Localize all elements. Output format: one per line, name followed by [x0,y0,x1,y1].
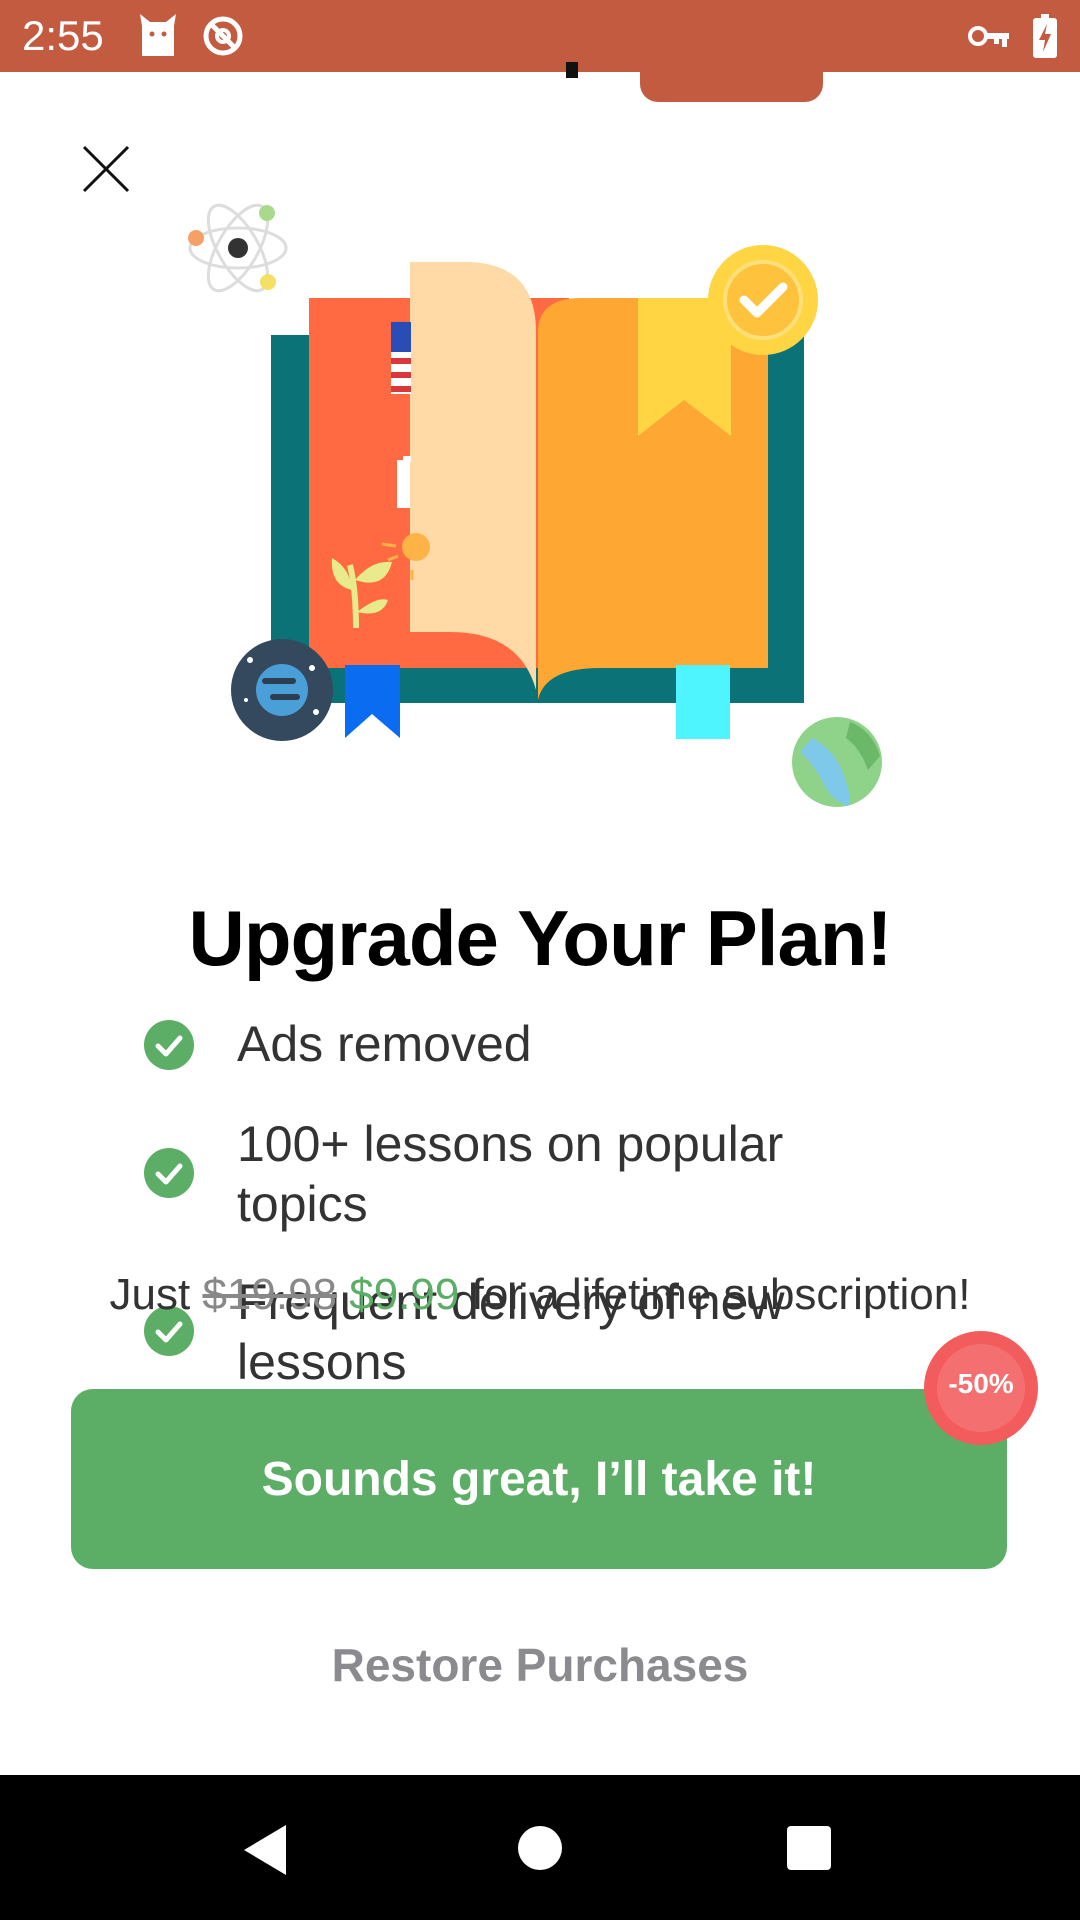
offer-prefix: Just [109,1270,191,1319]
offer-text: Just $19.98 $9.99 for a lifetime subscri… [0,1270,1080,1320]
feature-label: 100+ lessons on popular topics [237,1116,784,1232]
offer-suffix: for a lifetime subscription! [471,1270,971,1319]
vpn-key-icon [968,26,1009,47]
blocked-icon [203,16,243,56]
badge-check-icon [708,245,818,355]
page-title: Upgrade Your Plan! [188,894,893,982]
background-tab [640,60,823,102]
navigation-bar [0,1775,1080,1920]
battery-charging-icon [1033,14,1057,58]
status-time: 2:55 [22,12,104,59]
recents-icon[interactable] [786,1825,832,1871]
home-icon[interactable] [517,1825,563,1871]
check-icon [144,1148,194,1198]
cat-icon [140,14,176,56]
book-illustration [188,203,882,807]
purchase-button-label: Sounds great, I’ll take it! [261,1452,817,1506]
atom-icon [188,203,288,293]
restore-purchases-link[interactable]: Restore Purchases [0,1638,1080,1692]
purchase-button[interactable]: Sounds great, I’ll take it! [71,1389,1007,1569]
planet-icon [231,639,333,741]
check-icon [144,1020,194,1070]
feature-label: Ads removed [237,1016,532,1072]
new-price: $9.99 [349,1270,460,1319]
background-fragment [566,62,578,78]
old-price: $19.98 [202,1270,338,1319]
globe-icon [792,717,882,807]
discount-badge-label: -50% [948,1368,1014,1399]
back-icon[interactable] [240,1823,290,1877]
status-bar: 2:55 [0,0,1080,72]
